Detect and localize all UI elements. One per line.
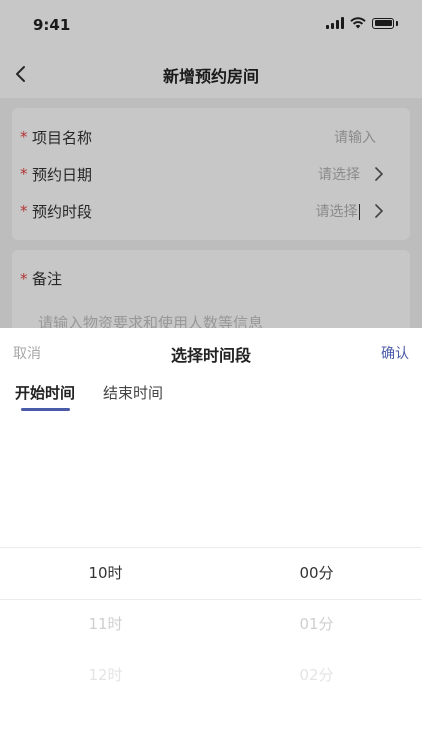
minute-column[interactable]: 00分 01分 02分 [211,548,422,701]
hour-option[interactable]: 10时 [0,548,211,599]
time-picker[interactable]: 10时 11时 12时 00分 01分 02分 [0,522,422,702]
tab-end-time[interactable]: 结束时间 [103,382,163,403]
tab-start-time[interactable]: 开始时间 [15,382,75,403]
time-tabs: 开始时间 结束时间 [0,378,422,412]
minute-option[interactable]: 02分 [211,650,422,701]
sheet-title: 选择时间段 [170,346,251,365]
hour-option[interactable]: 11时 [0,599,211,650]
confirm-button[interactable]: 确认 [381,343,409,363]
sheet-header: 取消 选择时间段 确认 [0,328,422,376]
minute-option[interactable]: 00分 [211,548,422,599]
active-tab-indicator [21,408,70,411]
hour-option[interactable]: 12时 [0,650,211,701]
minute-option[interactable]: 01分 [211,599,422,650]
hour-column[interactable]: 10时 11时 12时 [0,548,211,701]
time-range-sheet: 取消 选择时间段 确认 开始时间 结束时间 10时 11时 12时 00分 01… [0,328,422,750]
